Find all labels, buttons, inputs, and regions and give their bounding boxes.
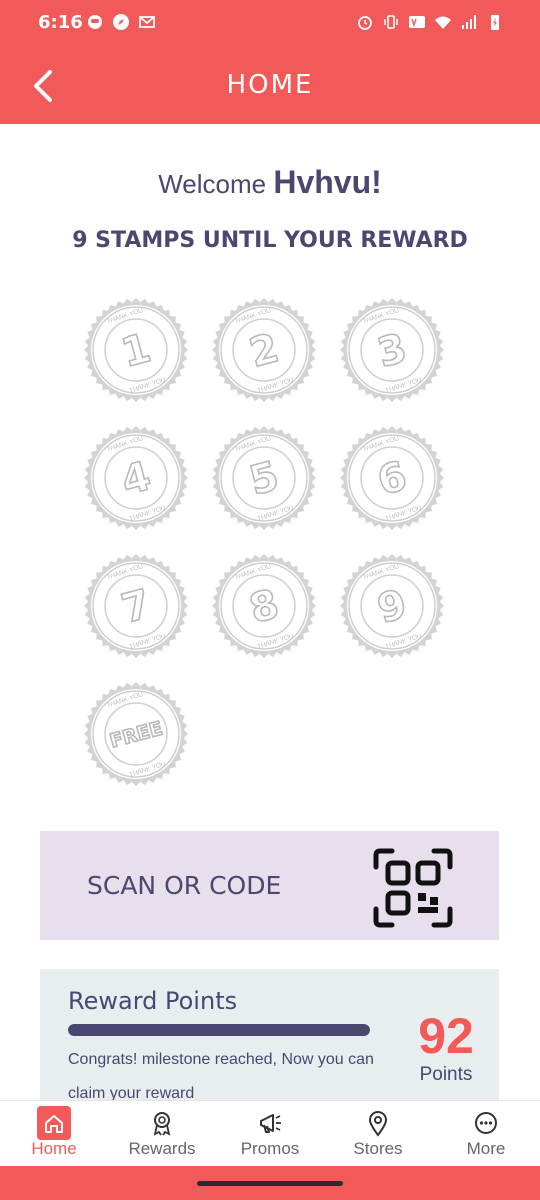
nav-label: Rewards [128,1139,196,1158]
more-icon [469,1107,503,1139]
scan-label: SCAN OR CODE [87,871,282,900]
award-icon [145,1107,179,1139]
main-content: Welcome Hvhvu! 9 STAMPS UNTIL YOUR REWAR… [0,124,540,1109]
wifi-icon [434,13,452,31]
scan-code-button[interactable]: SCAN OR CODE [40,831,499,940]
stamp-5: THANK YOU THANK YOU 5 [211,425,317,531]
nav-more[interactable]: More [432,1101,540,1167]
nav-promos[interactable]: Promos [216,1101,324,1167]
welcome-prefix: Welcome [158,169,267,199]
page-title: HOME [226,70,314,100]
stamp-9: THANK YOU THANK YOU 9 [339,553,445,659]
alarm-icon [356,13,374,31]
status-time: 6:16 [38,12,83,33]
gesture-handle[interactable] [197,1181,343,1186]
stamp-7: THANK YOU THANK YOU 7 [83,553,189,659]
megaphone-icon [253,1107,287,1139]
nav-stores[interactable]: Stores [324,1101,432,1167]
volte-icon [408,13,426,31]
stamp-3: THANK YOU THANK YOU 3 [339,297,445,403]
stamp-2: THANK YOU THANK YOU 2 [211,297,317,403]
status-bar: 6:16 [0,0,540,48]
location-pin-icon [361,1107,395,1139]
points-value: 92 [418,1008,474,1064]
home-icon [37,1107,71,1139]
nav-rewards[interactable]: Rewards [108,1101,216,1167]
username: Hvhvu! [273,164,382,200]
nav-home[interactable]: Home [0,1101,108,1167]
stamps-remaining-message: 9 STAMPS UNTIL YOUR REWARD [72,228,468,253]
notification-icon [86,13,104,31]
stamp-1: THANK YOU THANK YOU 1 [83,297,189,403]
app-bar: HOME [0,48,540,124]
battery-icon [486,13,504,31]
reward-points-card: Reward Points Congrats! milestone reache… [40,969,499,1109]
gmail-icon [138,13,156,31]
stamp-6: THANK YOU THANK YOU 6 [339,425,445,531]
nav-label: Promos [240,1139,300,1158]
points-progress-bar [68,1024,370,1036]
stamp-8: THANK YOU THANK YOU 8 [211,553,317,659]
points-progress-fill [68,1024,370,1036]
nav-label: More [466,1139,506,1158]
welcome-message: Welcome Hvhvu! [0,164,540,201]
points-title: Reward Points [68,987,238,1015]
signal-icon [460,13,478,31]
points-unit: Points [419,1064,473,1085]
qr-code-icon [373,848,453,928]
gesture-bar [0,1166,540,1200]
bottom-nav: Home Rewards Promos Stores More [0,1100,540,1166]
nav-label: Home [31,1139,77,1158]
nav-label: Stores [353,1139,403,1158]
vibrate-icon [382,13,400,31]
compass-icon [112,13,130,31]
stamp-free: THANK YOU THANK YOU FREE [83,681,189,787]
stamp-4: THANK YOU THANK YOU 4 [83,425,189,531]
